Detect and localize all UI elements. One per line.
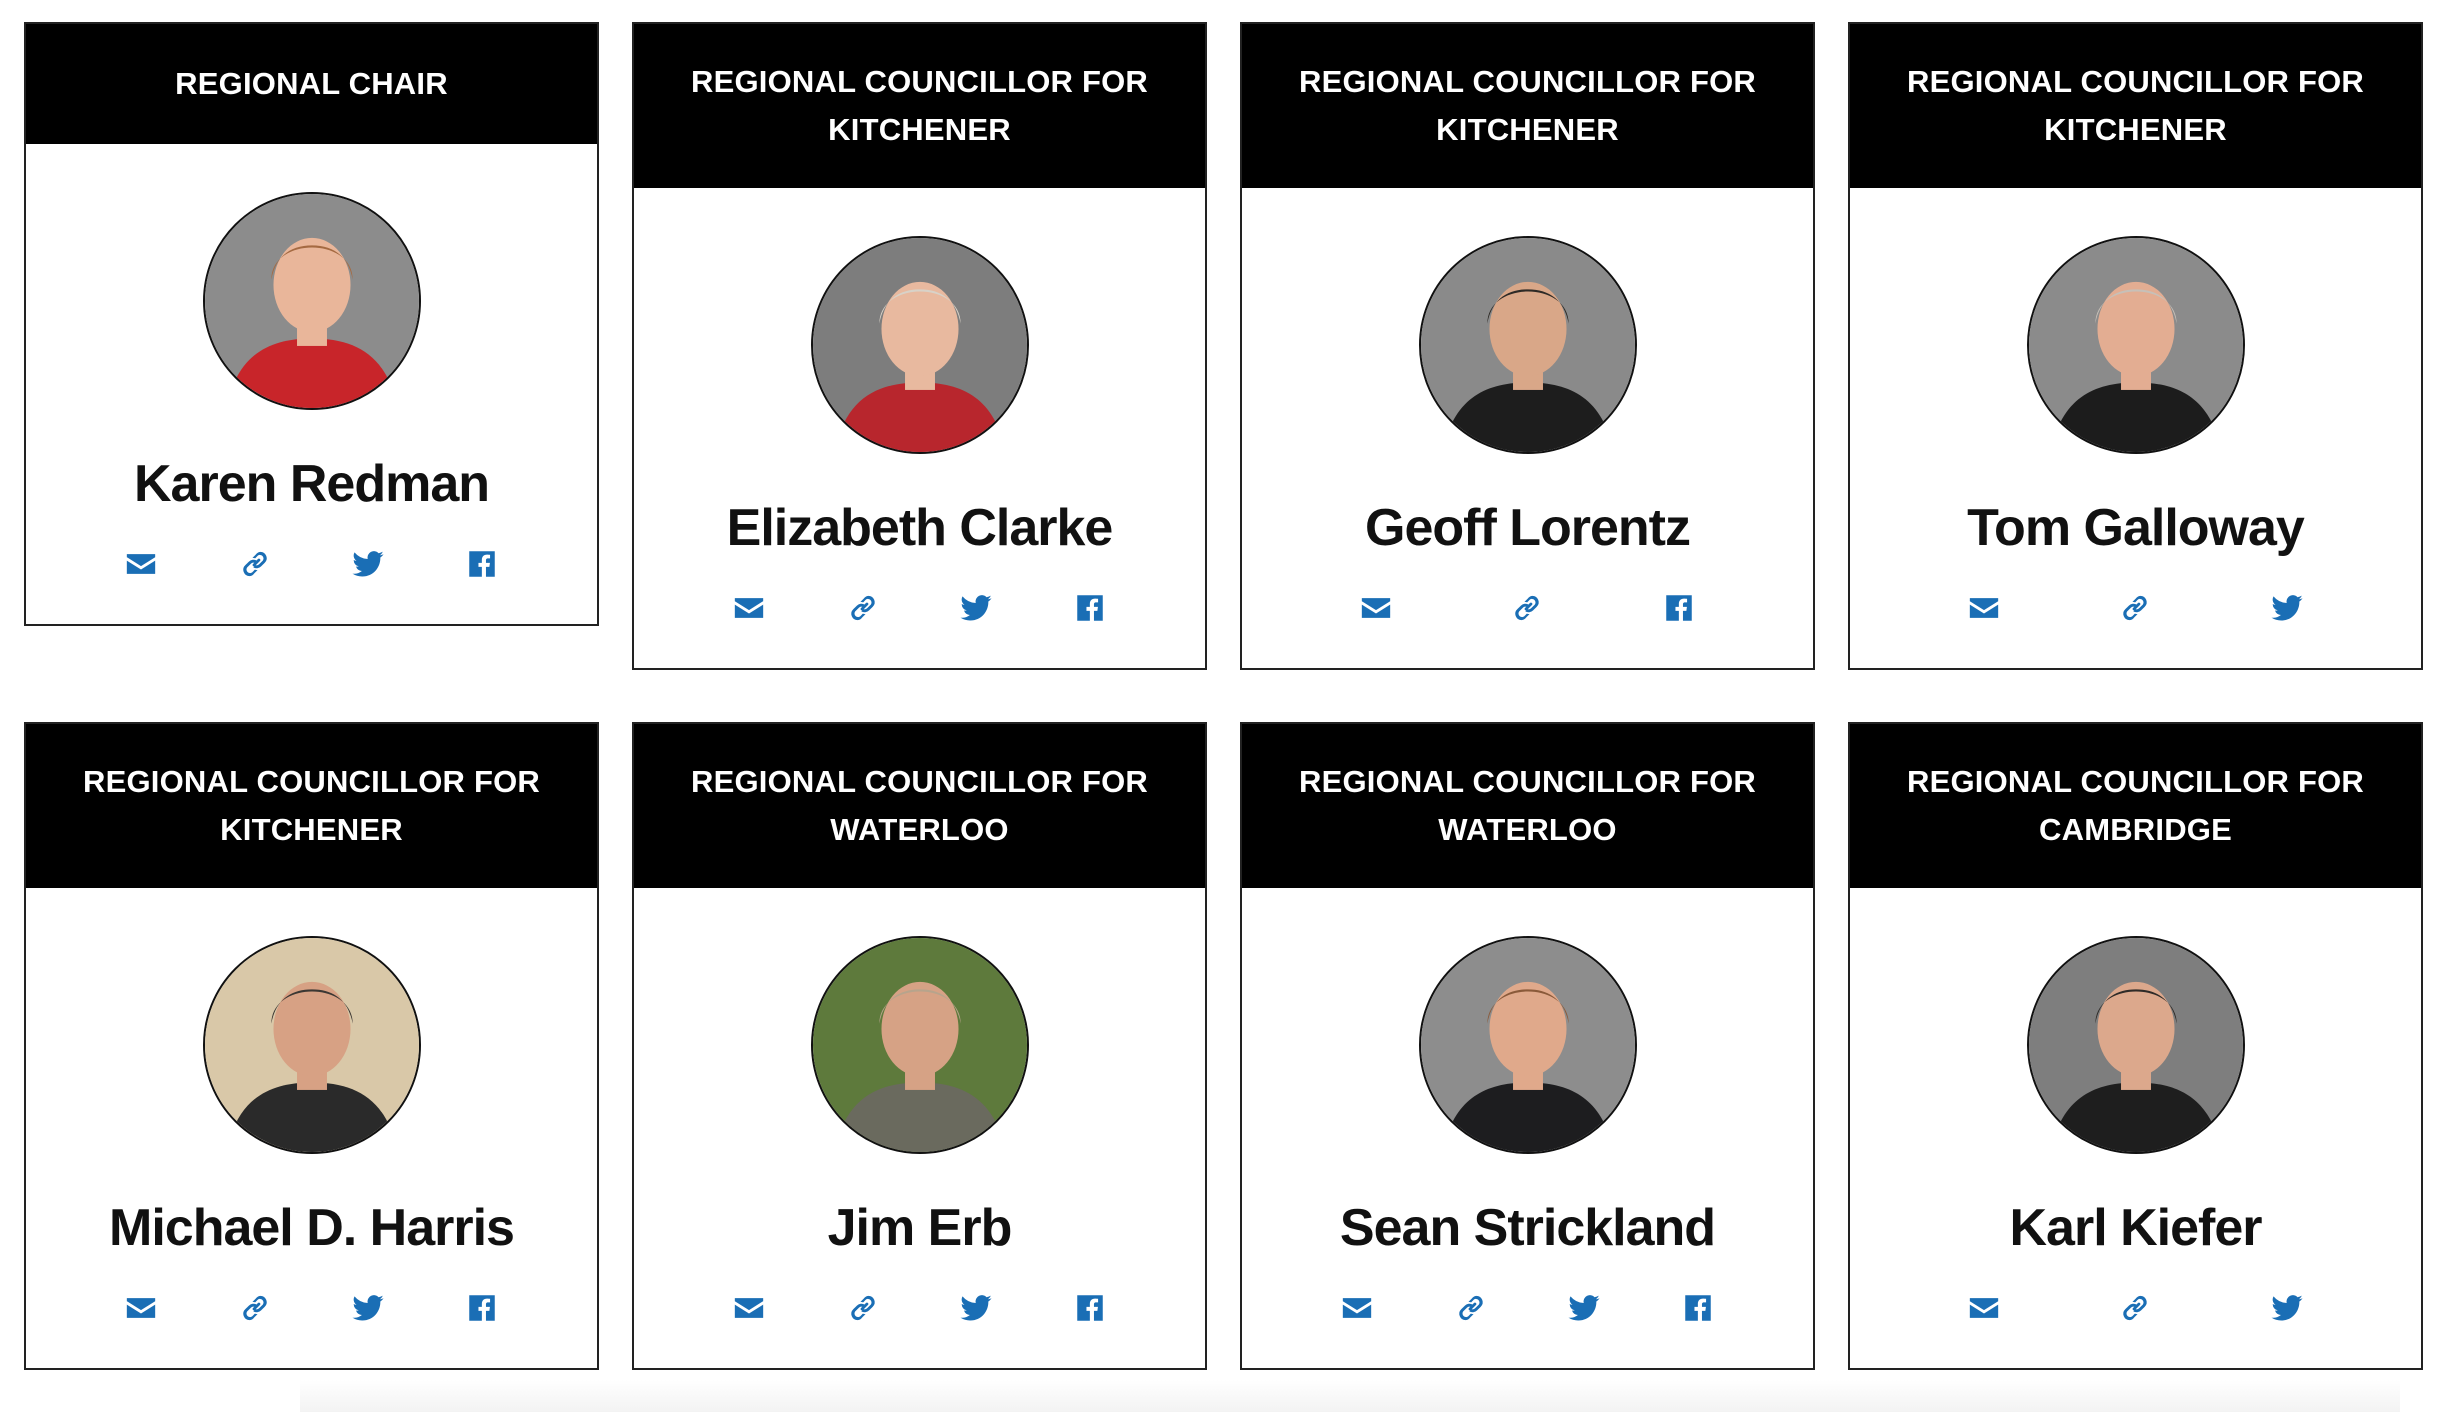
- link-icon[interactable]: [235, 1288, 275, 1328]
- link-icon[interactable]: [843, 1288, 883, 1328]
- email-icon[interactable]: [1964, 588, 2004, 628]
- councillor-card: REGIONAL CHAIR Karen Redman: [24, 22, 599, 626]
- twitter-icon[interactable]: [2267, 588, 2307, 628]
- councillor-photo: [1418, 236, 1637, 454]
- councillor-role: REGIONAL COUNCILLOR FOR KITCHENER: [1850, 24, 2421, 188]
- twitter-icon[interactable]: [2267, 1288, 2307, 1328]
- contact-links: [1242, 1288, 1813, 1328]
- councillor-card: REGIONAL COUNCILLOR FOR WATERLOO Jim Erb: [632, 722, 1207, 1370]
- councillor-photo: [2026, 236, 2245, 454]
- councillor-grid: REGIONAL CHAIR Karen Redman REGIONAL COUNC…: [24, 22, 2423, 1387]
- councillor-role: REGIONAL COUNCILLOR FOR KITCHENER: [634, 24, 1205, 188]
- councillor-card-body: Karl Kiefer: [1850, 888, 2421, 1368]
- councillor-role: REGIONAL COUNCILLOR FOR KITCHENER: [1242, 24, 1813, 188]
- councillor-card-body: Elizabeth Clarke: [634, 188, 1205, 668]
- email-icon[interactable]: [729, 1288, 769, 1328]
- email-icon[interactable]: [729, 588, 769, 628]
- councillor-photo: [202, 936, 421, 1154]
- link-icon[interactable]: [1451, 1288, 1491, 1328]
- link-icon[interactable]: [2115, 1288, 2155, 1328]
- councillor-card: REGIONAL COUNCILLOR FOR CAMBRIDGE Karl Ki…: [1848, 722, 2423, 1370]
- contact-links: [26, 1288, 597, 1328]
- contact-links: [1850, 1288, 2421, 1328]
- link-icon[interactable]: [235, 544, 275, 584]
- councillor-card: REGIONAL COUNCILLOR FOR KITCHENER Michael…: [24, 722, 599, 1370]
- twitter-icon[interactable]: [1564, 1288, 1604, 1328]
- councillor-name: Geoff Lorentz: [1365, 499, 1691, 557]
- contact-links: [634, 588, 1205, 628]
- councillor-photo: [810, 936, 1029, 1154]
- facebook-icon[interactable]: [462, 544, 502, 584]
- email-icon[interactable]: [1356, 588, 1396, 628]
- councillor-role: REGIONAL CHAIR: [26, 24, 597, 144]
- councillor-card-body: Geoff Lorentz: [1242, 188, 1813, 668]
- councillor-card: REGIONAL COUNCILLOR FOR KITCHENER Geoff L…: [1240, 22, 1815, 670]
- councillor-card-body: Sean Strickland: [1242, 888, 1813, 1368]
- twitter-icon[interactable]: [348, 544, 388, 584]
- email-icon[interactable]: [121, 1288, 161, 1328]
- councillor-photo: [810, 236, 1029, 454]
- councillor-name: Sean Strickland: [1339, 1199, 1716, 1257]
- link-icon[interactable]: [843, 588, 883, 628]
- twitter-icon[interactable]: [956, 588, 996, 628]
- councillor-card: REGIONAL COUNCILLOR FOR KITCHENER Elizabe…: [632, 22, 1207, 670]
- councillor-card-body: Jim Erb: [634, 888, 1205, 1368]
- councillor-name: Elizabeth Clarke: [726, 499, 1114, 557]
- email-icon[interactable]: [1337, 1288, 1377, 1328]
- twitter-icon[interactable]: [956, 1288, 996, 1328]
- page-bottom-shadow: [300, 1380, 2400, 1412]
- facebook-icon[interactable]: [1070, 1288, 1110, 1328]
- councillor-card: REGIONAL COUNCILLOR FOR KITCHENER Tom Gal…: [1848, 22, 2423, 670]
- councillor-role: REGIONAL COUNCILLOR FOR CAMBRIDGE: [1850, 724, 2421, 888]
- councillor-card: REGIONAL COUNCILLOR FOR WATERLOO Sean Str…: [1240, 722, 1815, 1370]
- contact-links: [26, 544, 597, 584]
- councillor-card-body: Michael D. Harris: [26, 888, 597, 1368]
- contact-links: [634, 1288, 1205, 1328]
- facebook-icon[interactable]: [1678, 1288, 1718, 1328]
- facebook-icon[interactable]: [462, 1288, 502, 1328]
- contact-links: [1242, 588, 1813, 628]
- councillor-role: REGIONAL COUNCILLOR FOR KITCHENER: [26, 724, 597, 888]
- councillor-name: Jim Erb: [827, 1199, 1013, 1257]
- councillor-role: REGIONAL COUNCILLOR FOR WATERLOO: [634, 724, 1205, 888]
- councillor-name: Michael D. Harris: [109, 1199, 515, 1257]
- facebook-icon[interactable]: [1659, 588, 1699, 628]
- link-icon[interactable]: [1507, 588, 1547, 628]
- facebook-icon[interactable]: [1070, 588, 1110, 628]
- councillor-card-body: Tom Galloway: [1850, 188, 2421, 668]
- councillor-photo: [2026, 936, 2245, 1154]
- councillor-name: Tom Galloway: [1967, 499, 2305, 557]
- twitter-icon[interactable]: [348, 1288, 388, 1328]
- councillor-name: Karen Redman: [134, 455, 490, 513]
- email-icon[interactable]: [1964, 1288, 2004, 1328]
- contact-links: [1850, 588, 2421, 628]
- councillor-card-body: Karen Redman: [26, 144, 597, 624]
- councillor-photo: [1418, 936, 1637, 1154]
- link-icon[interactable]: [2115, 588, 2155, 628]
- councillor-photo: [202, 192, 421, 410]
- email-icon[interactable]: [121, 544, 161, 584]
- councillor-role: REGIONAL COUNCILLOR FOR WATERLOO: [1242, 724, 1813, 888]
- councillor-name: Karl Kiefer: [2009, 1199, 2263, 1257]
